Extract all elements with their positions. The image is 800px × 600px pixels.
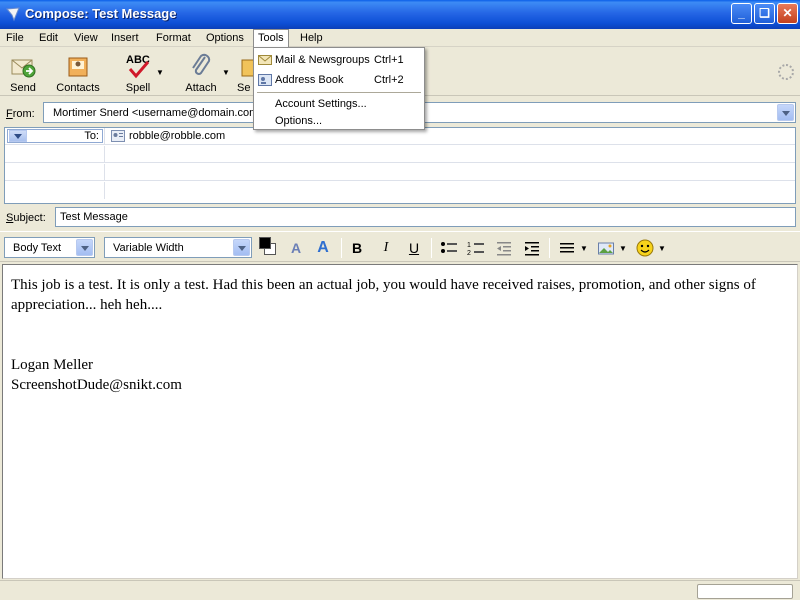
bullet-list-icon[interactable] bbox=[440, 238, 458, 258]
align-icon[interactable] bbox=[558, 238, 576, 258]
contacts-icon bbox=[68, 57, 88, 77]
menu-item-label: Mail & Newsgroups bbox=[275, 54, 370, 66]
chevron-down-icon[interactable] bbox=[9, 130, 27, 142]
status-bar bbox=[0, 580, 800, 600]
smaller-font-icon[interactable]: A bbox=[286, 238, 306, 258]
mail-icon bbox=[258, 55, 272, 65]
to-address[interactable]: robble@robble.com bbox=[129, 130, 225, 142]
larger-font-icon[interactable]: A bbox=[313, 238, 333, 258]
underline-button[interactable]: U bbox=[405, 238, 423, 258]
send-label: Send bbox=[10, 82, 36, 94]
menu-item-options[interactable]: Options... bbox=[254, 112, 424, 130]
recipient-grid[interactable]: To: robble@robble.com bbox=[4, 127, 796, 204]
title-bar[interactable]: Compose: Test Message _ ❏ ✕ bbox=[0, 0, 800, 29]
text-color-swatch bbox=[259, 237, 271, 249]
numbered-list-icon[interactable]: 1 2 bbox=[467, 238, 485, 258]
menu-item-account-settings[interactable]: Account Settings... bbox=[254, 95, 424, 113]
attach-dropdown-arrow[interactable]: ▼ bbox=[222, 68, 230, 77]
paragraph-style-value: Body Text bbox=[13, 242, 62, 254]
activity-throbber-icon bbox=[778, 64, 794, 80]
insert-dropdown-arrow[interactable]: ▼ bbox=[619, 244, 627, 253]
minimize-button[interactable]: _ bbox=[731, 3, 752, 24]
attach-button[interactable]: Attach bbox=[178, 52, 224, 94]
recipient-type-select[interactable]: To: bbox=[7, 129, 103, 143]
from-label: From: bbox=[6, 108, 35, 120]
send-button[interactable]: Send bbox=[0, 52, 46, 94]
paperclip-icon bbox=[192, 53, 211, 75]
chevron-down-icon[interactable] bbox=[76, 239, 93, 256]
window-title: Compose: Test Message bbox=[25, 6, 177, 21]
chevron-down-icon[interactable] bbox=[777, 104, 794, 121]
menu-file[interactable]: File bbox=[6, 30, 24, 46]
menu-separator bbox=[257, 92, 421, 93]
menu-item-shortcut: Ctrl+2 bbox=[374, 74, 404, 86]
attach-label: Attach bbox=[185, 82, 217, 94]
spell-dropdown-arrow[interactable]: ▼ bbox=[156, 68, 164, 77]
outdent-icon[interactable] bbox=[495, 238, 513, 258]
message-paragraph: This job is a test. It is only a test. H… bbox=[11, 277, 756, 313]
address-book-icon bbox=[258, 74, 272, 86]
menu-bar: File Edit View Insert Format Options Too… bbox=[0, 29, 800, 47]
recipient-row[interactable] bbox=[5, 164, 795, 181]
recipient-row[interactable] bbox=[5, 182, 795, 199]
menu-item-mail-newsgroups[interactable]: Mail & Newsgroups Ctrl+1 bbox=[254, 51, 424, 69]
status-progress-panel bbox=[697, 584, 793, 599]
signature-email: ScreenshotDude@snikt.com bbox=[11, 377, 182, 393]
spellcheck-icon: ABC bbox=[126, 54, 150, 79]
menu-item-label: Options... bbox=[275, 115, 323, 127]
message-body-editor[interactable]: This job is a test. It is only a test. H… bbox=[2, 264, 798, 579]
menu-options[interactable]: Options bbox=[206, 30, 244, 46]
recipient-row[interactable] bbox=[5, 146, 795, 163]
text-color-picker[interactable] bbox=[259, 237, 277, 257]
svg-text:2: 2 bbox=[467, 250, 471, 257]
menu-item-label: Account Settings... bbox=[275, 98, 367, 110]
paragraph-style-select[interactable]: Body Text bbox=[4, 237, 95, 258]
from-value: Mortimer Snerd <username@domain.com bbox=[53, 107, 259, 119]
italic-button[interactable]: I bbox=[377, 238, 395, 258]
address-card-icon bbox=[111, 130, 125, 142]
insert-image-icon[interactable] bbox=[597, 238, 615, 258]
menu-format[interactable]: Format bbox=[156, 30, 191, 46]
indent-icon[interactable] bbox=[523, 238, 541, 258]
send-icon bbox=[11, 59, 36, 78]
smiley-dropdown-arrow[interactable]: ▼ bbox=[658, 244, 666, 253]
menu-insert[interactable]: Insert bbox=[111, 30, 139, 46]
contacts-label: Contacts bbox=[56, 82, 100, 94]
menu-item-label: Address Book bbox=[275, 74, 344, 86]
chevron-down-icon[interactable] bbox=[233, 239, 250, 256]
maximize-button[interactable]: ❏ bbox=[754, 3, 775, 24]
svg-text:1: 1 bbox=[467, 242, 471, 249]
subject-label: Subject: bbox=[6, 212, 46, 224]
spell-label: Spell bbox=[125, 82, 151, 94]
signature-name: Logan Meller bbox=[11, 357, 94, 373]
subject-input[interactable]: Test Message bbox=[55, 207, 796, 227]
smiley-icon[interactable] bbox=[635, 238, 655, 258]
align-dropdown-arrow[interactable]: ▼ bbox=[580, 244, 588, 253]
font-select[interactable]: Variable Width bbox=[104, 237, 252, 258]
contacts-button[interactable]: Contacts bbox=[55, 52, 101, 94]
bold-button[interactable]: B bbox=[348, 238, 366, 258]
menu-help[interactable]: Help bbox=[300, 30, 323, 46]
app-icon bbox=[6, 7, 20, 22]
recipient-row[interactable]: To: robble@robble.com bbox=[5, 128, 795, 145]
to-label: To: bbox=[84, 130, 99, 142]
menu-item-address-book[interactable]: Address Book Ctrl+2 bbox=[254, 71, 424, 89]
subject-value: Test Message bbox=[60, 211, 128, 223]
format-toolbar: Body Text Variable Width A A B I U 1 2 ▼ bbox=[0, 231, 800, 262]
menu-edit[interactable]: Edit bbox=[39, 30, 58, 46]
menu-view[interactable]: View bbox=[74, 30, 98, 46]
menu-tools[interactable]: Tools bbox=[253, 29, 289, 47]
font-value: Variable Width bbox=[113, 242, 184, 254]
close-button[interactable]: ✕ bbox=[777, 3, 798, 24]
menu-item-shortcut: Ctrl+1 bbox=[374, 54, 404, 66]
tools-menu-dropdown: Mail & Newsgroups Ctrl+1 Address Book Ct… bbox=[253, 47, 425, 130]
spell-button[interactable]: ABC Spell bbox=[115, 52, 161, 94]
